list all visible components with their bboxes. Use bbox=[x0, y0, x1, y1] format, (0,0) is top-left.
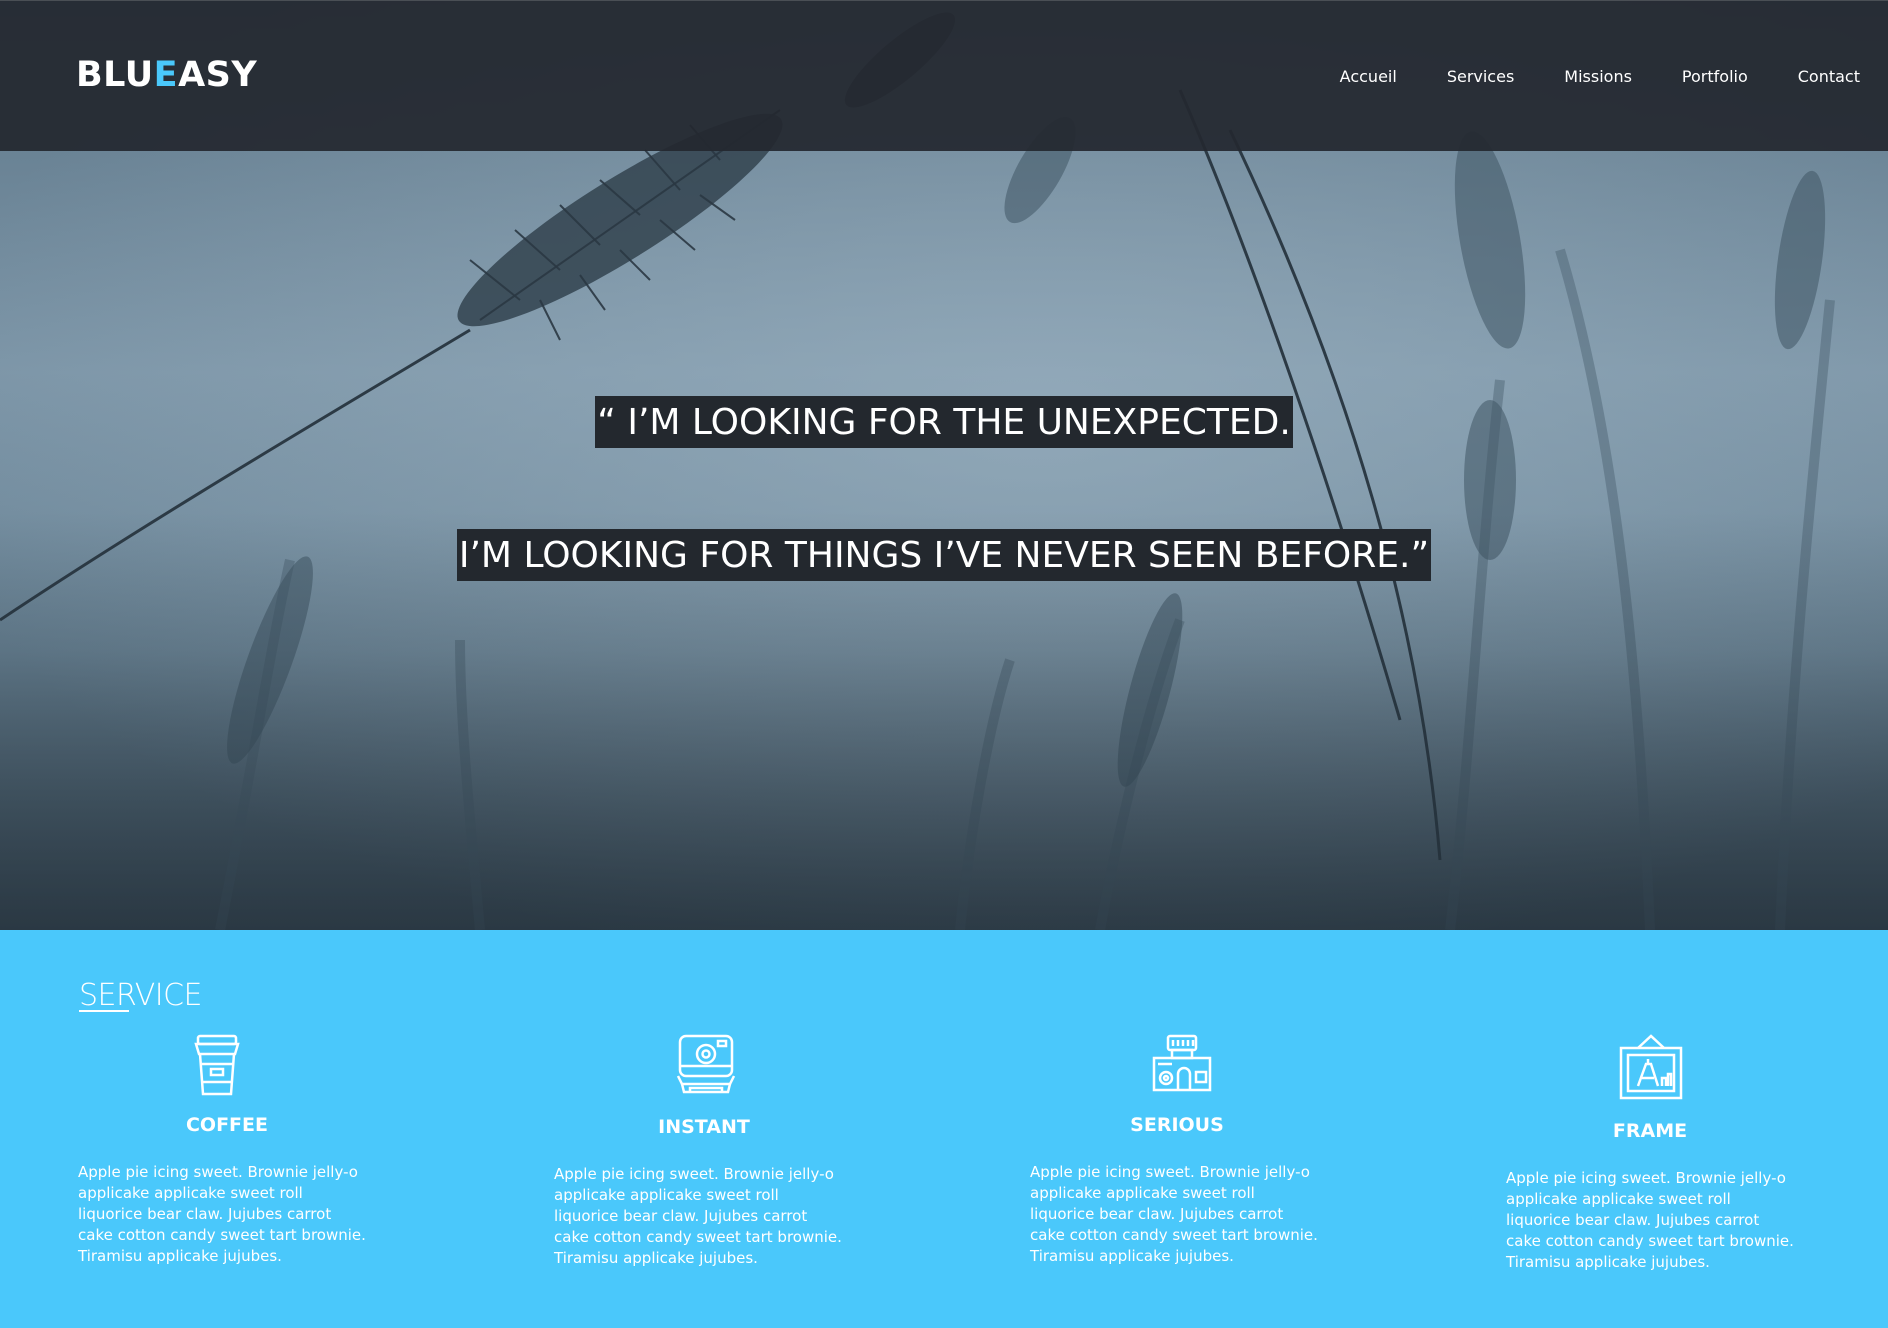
nav-item-accueil[interactable]: Accueil bbox=[1340, 67, 1397, 86]
service-card-instant: INSTANT Apple pie icing sweet. Brownie j… bbox=[554, 1030, 854, 1310]
service-text-coffee: Apple pie icing sweet. Brownie jelly-o a… bbox=[78, 1163, 366, 1265]
brand-logo-part3: ASY bbox=[178, 55, 258, 95]
service-card-coffee: COFFEE Apple pie icing sweet. Brownie je… bbox=[78, 1030, 378, 1310]
service-title-coffee: COFFEE bbox=[185, 1114, 268, 1136]
brand-logo-accent: E bbox=[153, 55, 179, 95]
hero-quote-text-1: “ I’M LOOKING FOR THE UNEXPECTED. bbox=[595, 396, 1293, 448]
hero-quote-text-2: I’M LOOKING FOR THINGS I’VE NEVER SEEN B… bbox=[456, 529, 1432, 581]
services-title-underline bbox=[79, 1010, 129, 1012]
top-navbar: BLUEASY Accueil Services Missions Portfo… bbox=[0, 0, 1888, 151]
instant-camera-icon bbox=[676, 1034, 736, 1094]
vintage-camera-icon bbox=[1152, 1034, 1212, 1092]
brand-logo[interactable]: BLUEASY bbox=[76, 55, 257, 95]
nav-item-services[interactable]: Services bbox=[1447, 67, 1514, 86]
nav-item-missions[interactable]: Missions bbox=[1564, 67, 1632, 86]
hero-quote-line-2: I’M LOOKING FOR THINGS I’VE NEVER SEEN B… bbox=[0, 529, 1888, 581]
hero-quote-line-1: “ I’M LOOKING FOR THE UNEXPECTED. bbox=[0, 396, 1888, 448]
service-title-frame: FRAME bbox=[1612, 1120, 1688, 1142]
nav-item-portfolio[interactable]: Portfolio bbox=[1682, 67, 1748, 86]
services-section: SERVICE COFFEE Apple pie icing sweet. Br… bbox=[0, 930, 1888, 1328]
brand-logo-part1: BLU bbox=[76, 55, 154, 95]
service-text-frame: Apple pie icing sweet. Brownie jelly-o a… bbox=[1506, 1169, 1794, 1271]
service-text-instant: Apple pie icing sweet. Brownie jelly-o a… bbox=[554, 1165, 842, 1267]
service-card-frame: FRAME Apple pie icing sweet. Brownie jel… bbox=[1506, 1030, 1806, 1310]
services-section-title: SERVICE bbox=[79, 978, 202, 1013]
coffee-cup-icon bbox=[194, 1034, 240, 1096]
nav-item-contact[interactable]: Contact bbox=[1798, 67, 1860, 86]
main-nav: Accueil Services Missions Portfolio Cont… bbox=[1340, 67, 1860, 86]
service-title-instant: INSTANT bbox=[658, 1116, 750, 1138]
picture-frame-icon bbox=[1619, 1034, 1683, 1100]
service-text-serious: Apple pie icing sweet. Brownie jelly-o a… bbox=[1030, 1163, 1318, 1265]
service-card-serious: SERIOUS Apple pie icing sweet. Brownie j… bbox=[1030, 1030, 1330, 1310]
service-title-serious: SERIOUS bbox=[1130, 1114, 1224, 1136]
